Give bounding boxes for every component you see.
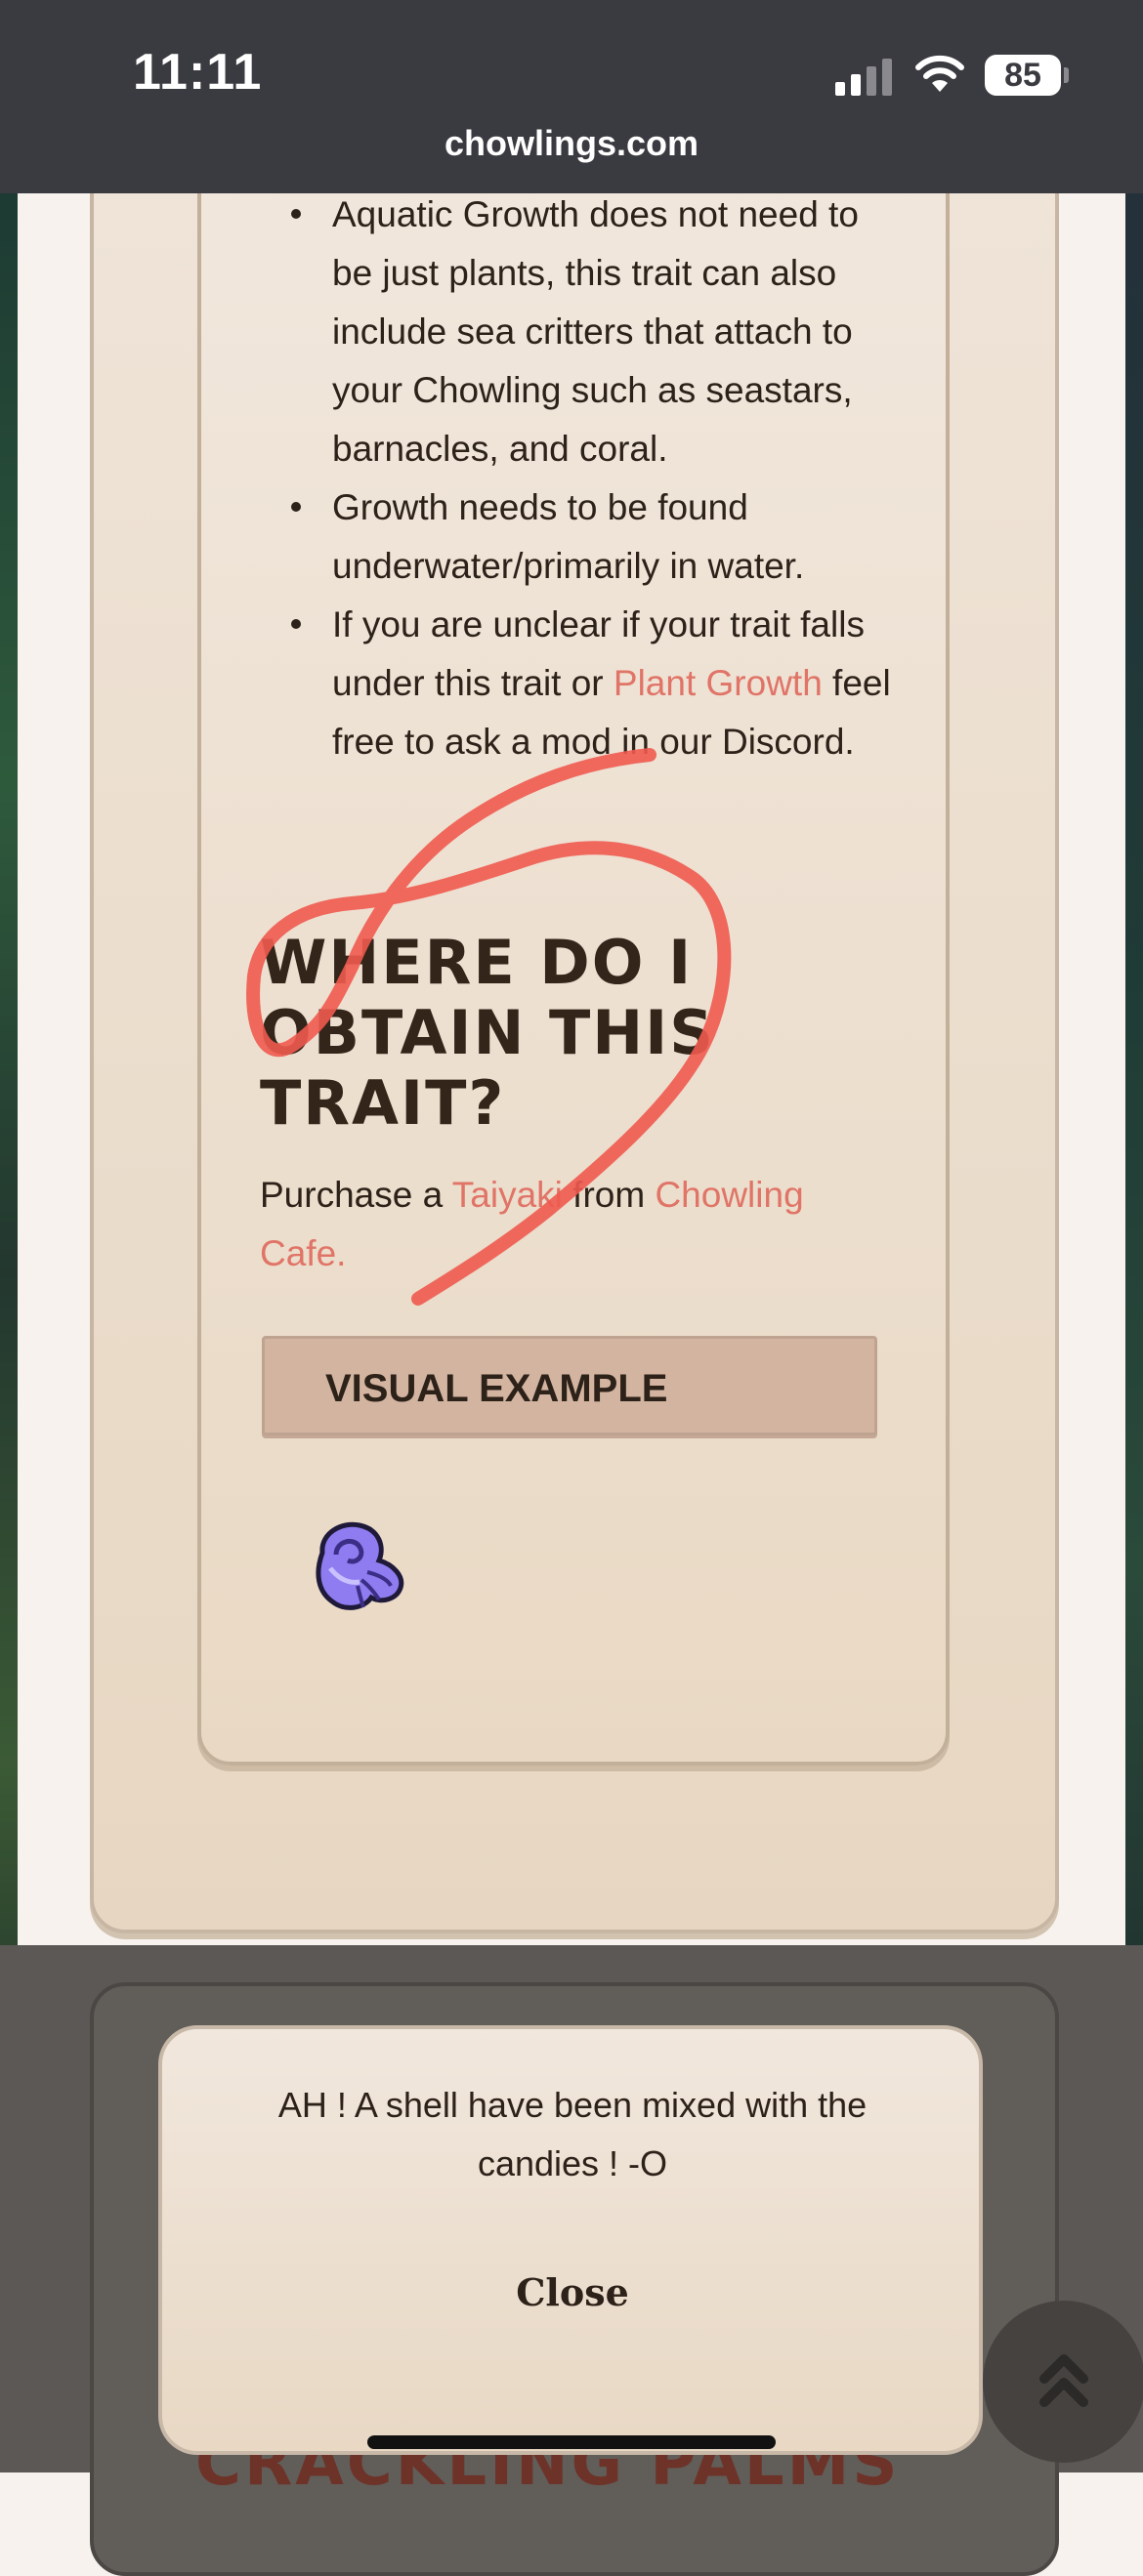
list-item: If you are unclear if your trait falls u… xyxy=(291,596,909,771)
home-indicator[interactable] xyxy=(367,2435,776,2449)
taiyaki-link[interactable]: Taiyaki xyxy=(452,1175,563,1215)
backdrop-edge xyxy=(0,2156,18,2472)
battery-icon: 85 xyxy=(985,55,1061,96)
url-bar[interactable]: chowlings.com xyxy=(0,123,1143,164)
dialog-message: AH ! A shell have been mixed with the ca… xyxy=(277,2085,868,2183)
close-button[interactable]: Close xyxy=(162,2269,983,2315)
wifi-icon xyxy=(915,55,964,92)
list-item: Aquatic Growth does not need to be just … xyxy=(291,186,909,478)
jungle-backdrop-left xyxy=(0,193,18,2156)
double-chevron-up-icon xyxy=(1039,2354,1088,2407)
battery-nub xyxy=(1064,67,1069,83)
status-and-url-bar: 11:11 85 chowlings.com xyxy=(0,0,1143,193)
purchase-info: Purchase a Taiyaki from Chowling Cafe. xyxy=(260,1175,804,1273)
list-item: Growth needs to be found underwater/prim… xyxy=(291,478,909,596)
alert-dialog: AH ! A shell have been mixed with the ca… xyxy=(158,2025,983,2455)
visual-example-button[interactable]: VISUAL EXAMPLE xyxy=(262,1336,877,1435)
trait-rules-list: Aquatic Growth does not need to be just … xyxy=(291,186,909,771)
shell-icon xyxy=(316,1521,404,1610)
cellular-signal-icon xyxy=(835,57,894,96)
section-heading: WHERE DO I OBTAIN THIS TRAIT? xyxy=(260,927,715,1139)
jungle-backdrop-right xyxy=(1125,193,1143,2156)
status-time: 11:11 xyxy=(133,44,263,101)
plant-growth-link[interactable]: Plant Growth xyxy=(614,663,823,703)
scroll-to-top-button[interactable] xyxy=(983,2301,1143,2463)
